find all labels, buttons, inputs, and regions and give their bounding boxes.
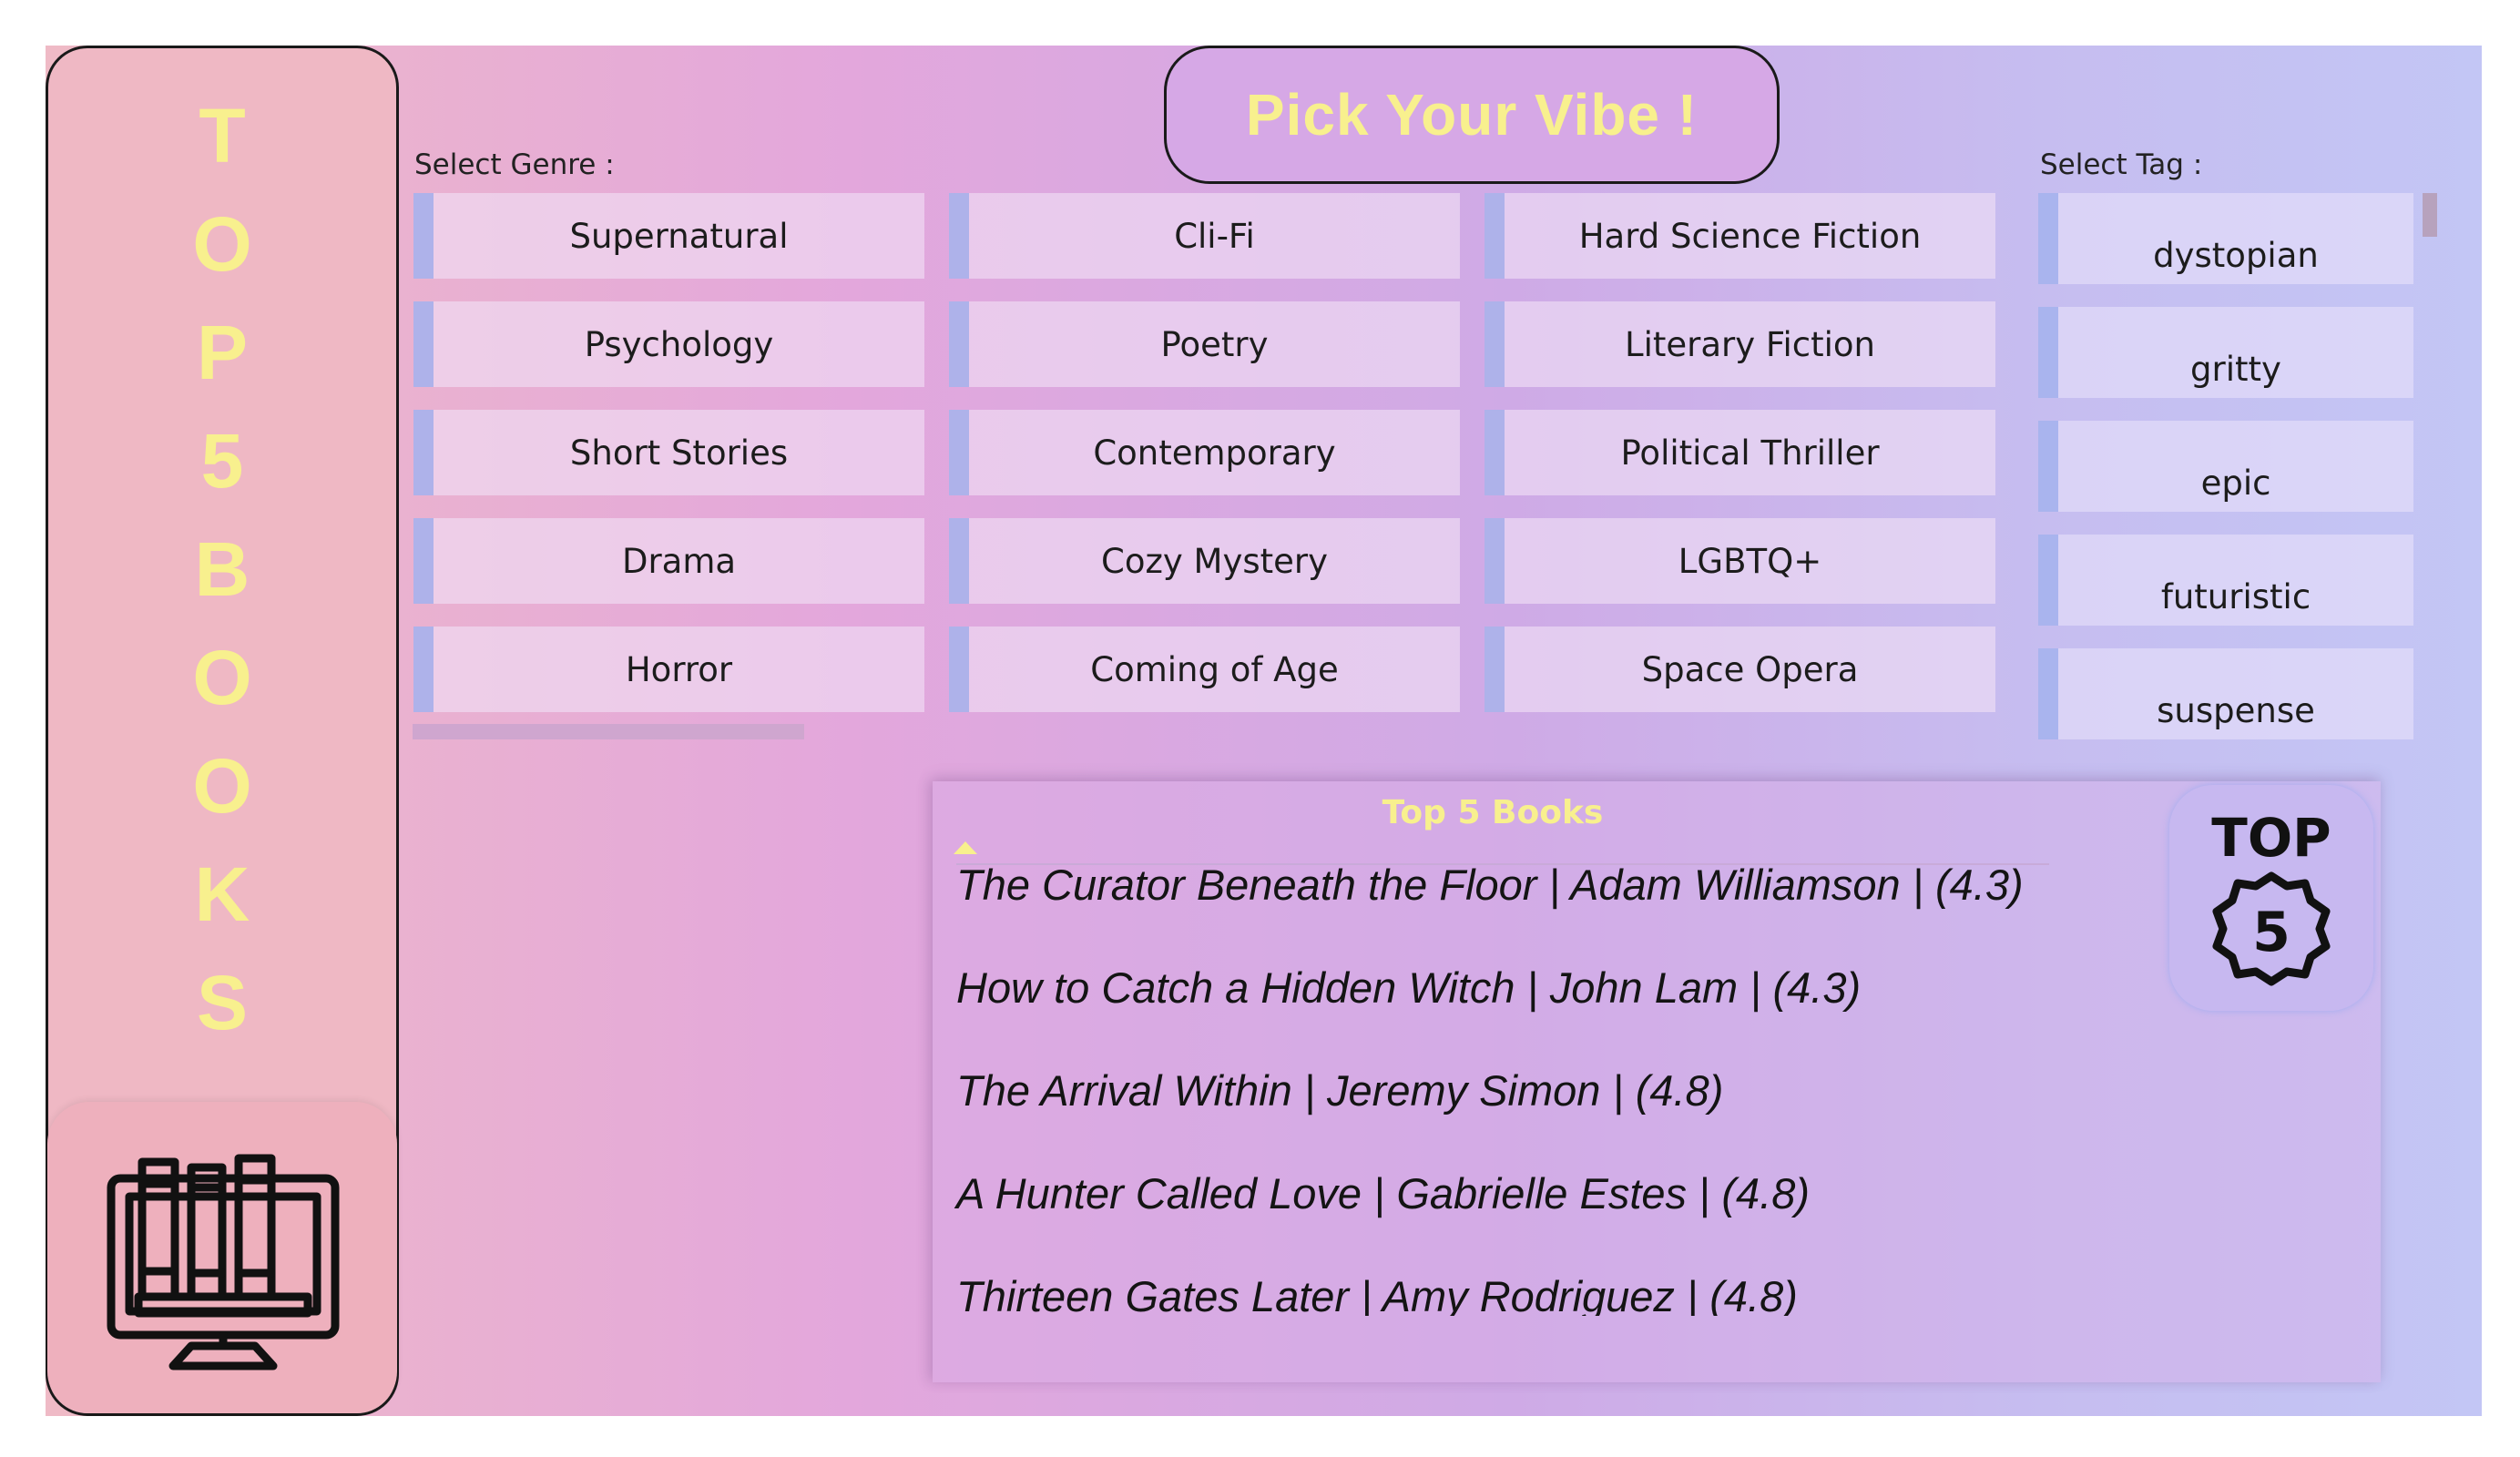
tag-option[interactable]: suspense bbox=[2038, 648, 2413, 739]
title-letter: T bbox=[199, 93, 246, 178]
books-list[interactable]: The Curator Beneath the Floor | Adam Wil… bbox=[933, 856, 2208, 1316]
badge-text: TOP bbox=[2211, 807, 2331, 869]
genre-option[interactable]: Supernatural bbox=[413, 193, 924, 279]
tag-option[interactable]: futuristic bbox=[2038, 535, 2413, 626]
title-letter: B bbox=[194, 526, 250, 612]
genre-option[interactable]: LGBTQ+ bbox=[1484, 518, 1995, 604]
tag-option[interactable]: dystopian bbox=[2038, 193, 2413, 284]
books-on-monitor-icon bbox=[47, 1102, 397, 1413]
genre-option[interactable]: Hard Science Fiction bbox=[1484, 193, 1995, 279]
book-row[interactable]: The Arrival Within | Jeremy Simon | (4.8… bbox=[956, 1065, 1723, 1116]
genre-option[interactable]: Political Thriller bbox=[1484, 410, 1995, 495]
page-title: Pick Your Vibe ! bbox=[1164, 46, 1780, 184]
tag-option[interactable]: epic bbox=[2038, 421, 2413, 512]
tag-option[interactable]: gritty bbox=[2038, 307, 2413, 398]
top-5-badge-icon: TOP 5 bbox=[2169, 785, 2373, 1011]
tag-label: Select Tag : bbox=[2040, 148, 2203, 181]
book-row[interactable]: The Curator Beneath the Floor | Adam Wil… bbox=[956, 860, 2024, 910]
genre-option[interactable]: Short Stories bbox=[413, 410, 924, 495]
genre-option[interactable]: Cli-Fi bbox=[949, 193, 1460, 279]
title-letter: O bbox=[192, 201, 252, 287]
genre-option[interactable]: Psychology bbox=[413, 301, 924, 387]
book-row[interactable]: A Hunter Called Love | Gabrielle Estes |… bbox=[956, 1168, 1810, 1218]
genre-option[interactable]: Horror bbox=[413, 627, 924, 712]
title-letter: O bbox=[192, 743, 252, 829]
genre-option[interactable]: Literary Fiction bbox=[1484, 301, 1995, 387]
genre-option[interactable]: Coming of Age bbox=[949, 627, 1460, 712]
genre-label: Select Genre : bbox=[414, 148, 615, 181]
genre-option[interactable]: Cozy Mystery bbox=[949, 518, 1460, 604]
books-heading[interactable]: Top 5 Books bbox=[933, 794, 2053, 831]
title-letter: O bbox=[192, 635, 252, 720]
title-letter: K bbox=[194, 851, 250, 937]
genre-option[interactable]: Contemporary bbox=[949, 410, 1460, 495]
book-row[interactable]: How to Catch a Hidden Witch | John Lam |… bbox=[956, 963, 1861, 1013]
title-letter: 5 bbox=[200, 418, 244, 504]
book-row[interactable]: Thirteen Gates Later | Amy Rodriguez | (… bbox=[956, 1271, 1798, 1316]
sort-ascending-icon[interactable] bbox=[954, 841, 977, 854]
sidebar-vertical-title: T O P 5 B O O K S bbox=[46, 82, 399, 1057]
genre-option[interactable]: Poetry bbox=[949, 301, 1460, 387]
genre-horizontal-scrollbar[interactable] bbox=[413, 724, 804, 739]
genre-option[interactable]: Drama bbox=[413, 518, 924, 604]
tag-vertical-scrollbar[interactable] bbox=[2423, 193, 2437, 237]
genre-option[interactable]: Space Opera bbox=[1484, 627, 1995, 712]
badge-number: 5 bbox=[2252, 901, 2290, 964]
title-letter: S bbox=[196, 960, 249, 1045]
title-letter: P bbox=[196, 310, 249, 395]
